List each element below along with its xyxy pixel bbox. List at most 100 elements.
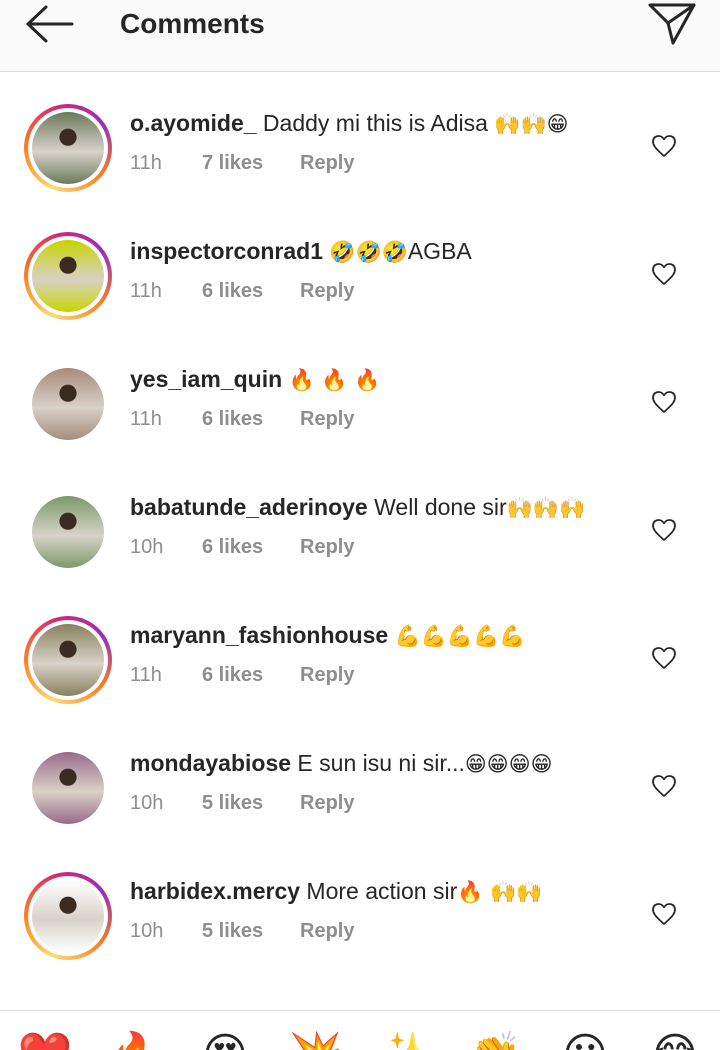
avatar-image xyxy=(32,624,104,696)
comment-time: 11h xyxy=(130,664,162,686)
comment-time: 10h xyxy=(130,920,164,942)
like-button[interactable] xyxy=(648,770,680,802)
comment-likes[interactable]: 7 likes xyxy=(202,150,300,176)
reply-button[interactable]: Reply xyxy=(300,406,354,432)
comment-row: o.ayomide_ Daddy mi this is Adisa 🙌🙌😁 11h… xyxy=(0,72,720,200)
heart-icon xyxy=(652,519,676,541)
comment-meta: 10h 5 likes Reply xyxy=(130,790,354,816)
avatar[interactable] xyxy=(24,872,112,960)
heart-icon xyxy=(652,263,676,285)
avatar[interactable] xyxy=(24,488,112,576)
like-button[interactable] xyxy=(648,514,680,546)
heart-icon xyxy=(652,647,676,669)
like-button[interactable] xyxy=(648,898,680,930)
comment-emoji: 🙌🙌🙌 xyxy=(506,496,586,520)
reply-button[interactable]: Reply xyxy=(300,918,354,944)
comment-username[interactable]: o.ayomide_ xyxy=(130,110,257,136)
comment-username[interactable]: inspectorconrad1 xyxy=(130,238,323,264)
comment-body: Well done sir xyxy=(367,494,507,520)
comment-time: 10h xyxy=(130,792,164,814)
comment-row: maryann_fashionhouse 💪💪💪💪💪 11h 6 likes Repl… xyxy=(0,584,720,712)
back-button[interactable] xyxy=(16,2,80,46)
avatar-image xyxy=(32,368,104,440)
quick-emoji-heart-emoji[interactable]: ❤️ xyxy=(18,1029,73,1050)
comment-row: babatunde_aderinoye Well done sir🙌🙌🙌 10h 6… xyxy=(0,456,720,584)
like-button[interactable] xyxy=(648,130,680,162)
comment-text: maryann_fashionhouse 💪💪💪💪💪 xyxy=(130,620,630,651)
send-button[interactable] xyxy=(644,0,700,48)
comment-emoji: 🔥 🔥 🔥 xyxy=(288,368,381,392)
comment-meta: 11h 6 likes Reply xyxy=(130,662,354,688)
comment-emoji: 💪💪💪💪💪 xyxy=(394,624,526,648)
comment-emoji: 😁😁😁😁 xyxy=(464,752,553,776)
arrow-left-icon xyxy=(26,5,74,43)
comment-body-suffix: AGBA xyxy=(407,238,472,264)
quick-emoji-grin-emoji[interactable]: 😀 xyxy=(560,1029,610,1050)
quick-emoji-joy-emoji[interactable]: 😂 xyxy=(649,1029,700,1050)
reply-button[interactable]: Reply xyxy=(300,278,354,304)
avatar[interactable] xyxy=(24,104,112,192)
comment-text: yes_iam_quin 🔥 🔥 🔥 xyxy=(130,364,630,395)
comment-username[interactable]: babatunde_aderinoye xyxy=(130,494,368,520)
quick-emoji-fire-emoji[interactable]: 🔥 xyxy=(108,1029,163,1050)
comment-likes[interactable]: 5 likes xyxy=(202,918,300,944)
comment-username[interactable]: mondayabiose xyxy=(130,750,291,776)
comment-likes[interactable]: 6 likes xyxy=(202,662,300,688)
avatar[interactable] xyxy=(24,232,112,320)
comment-text: o.ayomide_ Daddy mi this is Adisa 🙌🙌😁 xyxy=(130,108,630,139)
comment-meta: 10h 5 likes Reply xyxy=(130,918,354,944)
avatar-image xyxy=(32,240,104,312)
like-button[interactable] xyxy=(648,642,680,674)
comment-body: E sun isu ni sir... xyxy=(291,750,465,776)
quick-emoji-clap-emoji[interactable]: 👏 xyxy=(468,1029,523,1050)
comment-meta: 11h 6 likes Reply xyxy=(130,406,354,432)
heart-icon xyxy=(652,903,676,925)
like-button[interactable] xyxy=(648,258,680,290)
comment-username[interactable]: yes_iam_quin xyxy=(130,366,282,392)
comment-time: 11h xyxy=(130,280,162,302)
comment-emoji: 🔥 🙌🙌 xyxy=(457,880,543,904)
reply-button[interactable]: Reply xyxy=(300,790,354,816)
reply-button[interactable]: Reply xyxy=(300,534,354,560)
quick-emoji-collision-emoji[interactable]: 💥 xyxy=(288,1029,343,1050)
quick-emoji-sparkles-emoji[interactable]: ✨ xyxy=(378,1029,433,1050)
avatar[interactable] xyxy=(24,744,112,832)
comment-emoji: 🙌🙌😁 xyxy=(494,112,569,136)
avatar-image xyxy=(32,496,104,568)
comment-body: More action sir xyxy=(300,878,458,904)
heart-icon xyxy=(652,775,676,797)
avatar-image xyxy=(32,880,104,952)
comment-row: inspectorconrad1 🤣🤣🤣AGBA 11h 6 likes Reply xyxy=(0,200,720,328)
comment-text: inspectorconrad1 🤣🤣🤣AGBA xyxy=(130,236,630,267)
comment-likes[interactable]: 6 likes xyxy=(202,278,300,304)
comment-meta: 11h 6 likes Reply xyxy=(130,278,354,304)
reply-button[interactable]: Reply xyxy=(300,662,354,688)
comment-likes[interactable]: 6 likes xyxy=(202,534,300,560)
page-title: Comments xyxy=(120,8,265,39)
comment-meta: 10h 6 likes Reply xyxy=(130,534,354,560)
comment-body: Daddy mi this is Adisa xyxy=(256,110,495,136)
quick-emoji-heart-eyes-emoji[interactable]: 😍 xyxy=(200,1029,250,1050)
comment-likes[interactable]: 6 likes xyxy=(202,406,300,432)
avatar-image xyxy=(32,752,104,824)
comment-emoji: 🤣🤣🤣 xyxy=(329,240,408,264)
quick-emoji-bar: ❤️ 🔥 😍 💥 ✨ 👏 😀 😂 xyxy=(0,1010,720,1050)
comment-row: harbidex.mercy More action sir🔥 🙌🙌 10h 5 l… xyxy=(0,840,720,968)
avatar[interactable] xyxy=(24,616,112,704)
comment-time: 10h xyxy=(130,536,164,558)
comment-text: harbidex.mercy More action sir🔥 🙌🙌 xyxy=(130,876,630,907)
comment-username[interactable]: harbidex.mercy xyxy=(130,878,300,904)
avatar-image xyxy=(32,112,104,184)
comment-text: mondayabiose E sun isu ni sir...😁😁😁😁 xyxy=(130,748,630,779)
heart-icon xyxy=(652,135,676,157)
avatar[interactable] xyxy=(24,360,112,448)
reply-button[interactable]: Reply xyxy=(300,150,354,176)
comment-row: yes_iam_quin 🔥 🔥 🔥 11h 6 likes Reply xyxy=(0,328,720,456)
comment-username[interactable]: maryann_fashionhouse xyxy=(130,622,388,648)
comment-time: 11h xyxy=(130,408,162,430)
comment-row: mondayabiose E sun isu ni sir...😁😁😁😁 10h 5… xyxy=(0,712,720,840)
paper-plane-icon xyxy=(648,3,696,45)
like-button[interactable] xyxy=(648,386,680,418)
top-bar: Comments xyxy=(0,0,720,72)
comment-likes[interactable]: 5 likes xyxy=(202,790,300,816)
